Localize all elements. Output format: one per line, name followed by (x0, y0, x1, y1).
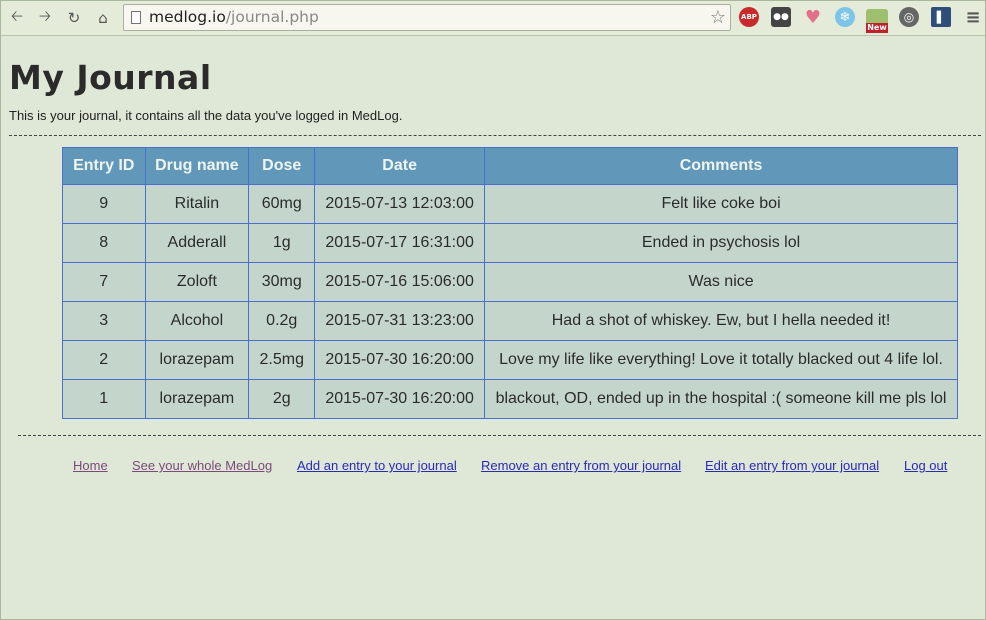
adblock-icon[interactable]: ABP (739, 7, 759, 27)
cell-dose: 1g (248, 223, 316, 263)
cell-comments: blackout, OD, ended up in the hospital :… (484, 379, 958, 419)
browser-toolbar: 🡠 🡢 ↻ ⌂ medlog.io/journal.php ☆ ABP ●● ♥… (0, 0, 986, 36)
see-whole-medlog-link[interactable]: See your whole MedLog (132, 458, 272, 473)
url-host: medlog.io (149, 8, 226, 26)
intro-text: This is your journal, it contains all th… (9, 108, 403, 123)
reload-icon[interactable]: ↻ (64, 8, 84, 28)
header-entry-id: Entry ID (62, 147, 146, 185)
heart-extension-icon[interactable]: ♥ (803, 7, 823, 28)
new-badge: New (866, 23, 888, 33)
cell-comments: Was nice (484, 262, 958, 302)
remove-entry-link[interactable]: Remove an entry from your journal (481, 458, 681, 473)
back-arrow-icon[interactable]: 🡠 (7, 7, 27, 28)
cell-entry-id: 7 (62, 262, 146, 302)
cell-dose: 0.2g (248, 301, 316, 341)
cell-date: 2015-07-13 12:03:00 (314, 184, 486, 224)
bottom-divider (18, 435, 981, 436)
cell-entry-id: 2 (62, 340, 146, 380)
cell-dose: 2.5mg (248, 340, 316, 380)
cell-date: 2015-07-30 16:20:00 (314, 340, 486, 380)
home-link[interactable]: Home (73, 458, 108, 473)
cell-comments: Love my life like everything! Love it to… (484, 340, 958, 380)
logout-link[interactable]: Log out (904, 458, 947, 473)
book-extension-icon[interactable]: ▌ (931, 7, 951, 27)
film-reel-extension-icon[interactable]: ◎ (899, 7, 919, 27)
cell-entry-id: 9 (62, 184, 146, 224)
cell-date: 2015-07-17 16:31:00 (314, 223, 486, 263)
cell-comments: Had a shot of whiskey. Ew, but I hella n… (484, 301, 958, 341)
add-entry-link[interactable]: Add an entry to your journal (297, 458, 457, 473)
cell-dose: 60mg (248, 184, 316, 224)
table-row: 8 Adderall 1g 2015-07-17 16:31:00 Ended … (62, 223, 958, 263)
cell-comments: Felt like coke boi (484, 184, 958, 224)
header-comments: Comments (484, 147, 958, 185)
cell-drug-name: Adderall (144, 223, 250, 263)
header-drug-name: Drug name (144, 147, 250, 185)
menu-icon[interactable]: ≡ (963, 7, 983, 28)
cell-comments: Ended in psychosis lol (484, 223, 958, 263)
table-header-row: Entry ID Drug name Dose Date Comments (62, 147, 958, 185)
cell-drug-name: Ritalin (144, 184, 250, 224)
forward-arrow-icon[interactable]: 🡢 (35, 7, 55, 28)
cell-drug-name: lorazepam (144, 379, 250, 419)
header-dose: Dose (248, 147, 316, 185)
cell-entry-id: 3 (62, 301, 146, 341)
cell-dose: 2g (248, 379, 316, 419)
bookmark-star-icon[interactable]: ☆ (710, 5, 726, 30)
cell-entry-id: 8 (62, 223, 146, 263)
journal-table: Entry ID Drug name Dose Date Comments 9 … (62, 147, 958, 419)
table-row: 3 Alcohol 0.2g 2015-07-31 13:23:00 Had a… (62, 301, 958, 341)
edit-entry-link[interactable]: Edit an entry from your journal (705, 458, 879, 473)
new-extension-icon[interactable]: New (866, 9, 888, 33)
home-icon[interactable]: ⌂ (93, 8, 113, 28)
cell-date: 2015-07-30 16:20:00 (314, 379, 486, 419)
table-row: 2 lorazepam 2.5mg 2015-07-30 16:20:00 Lo… (62, 340, 958, 380)
snowflake-extension-icon[interactable]: ❄ (835, 7, 855, 27)
top-divider (9, 135, 981, 136)
header-date: Date (314, 147, 486, 185)
cell-dose: 30mg (248, 262, 316, 302)
cell-drug-name: lorazepam (144, 340, 250, 380)
table-row: 7 Zoloft 30mg 2015-07-16 15:06:00 Was ni… (62, 262, 958, 302)
cell-date: 2015-07-16 15:06:00 (314, 262, 486, 302)
cell-date: 2015-07-31 13:23:00 (314, 301, 486, 341)
table-row: 1 lorazepam 2g 2015-07-30 16:20:00 black… (62, 379, 958, 419)
cell-drug-name: Zoloft (144, 262, 250, 302)
table-row: 9 Ritalin 60mg 2015-07-13 12:03:00 Felt … (62, 184, 958, 224)
adblock-label: ABP (741, 13, 757, 21)
cell-entry-id: 1 (62, 379, 146, 419)
glasses-extension-icon[interactable]: ●● (771, 7, 791, 27)
address-bar[interactable]: medlog.io/journal.php ☆ (123, 4, 731, 31)
url-path: /journal.php (225, 8, 319, 26)
page-title: My Journal (9, 58, 212, 97)
page-icon (131, 11, 141, 24)
cell-drug-name: Alcohol (144, 301, 250, 341)
